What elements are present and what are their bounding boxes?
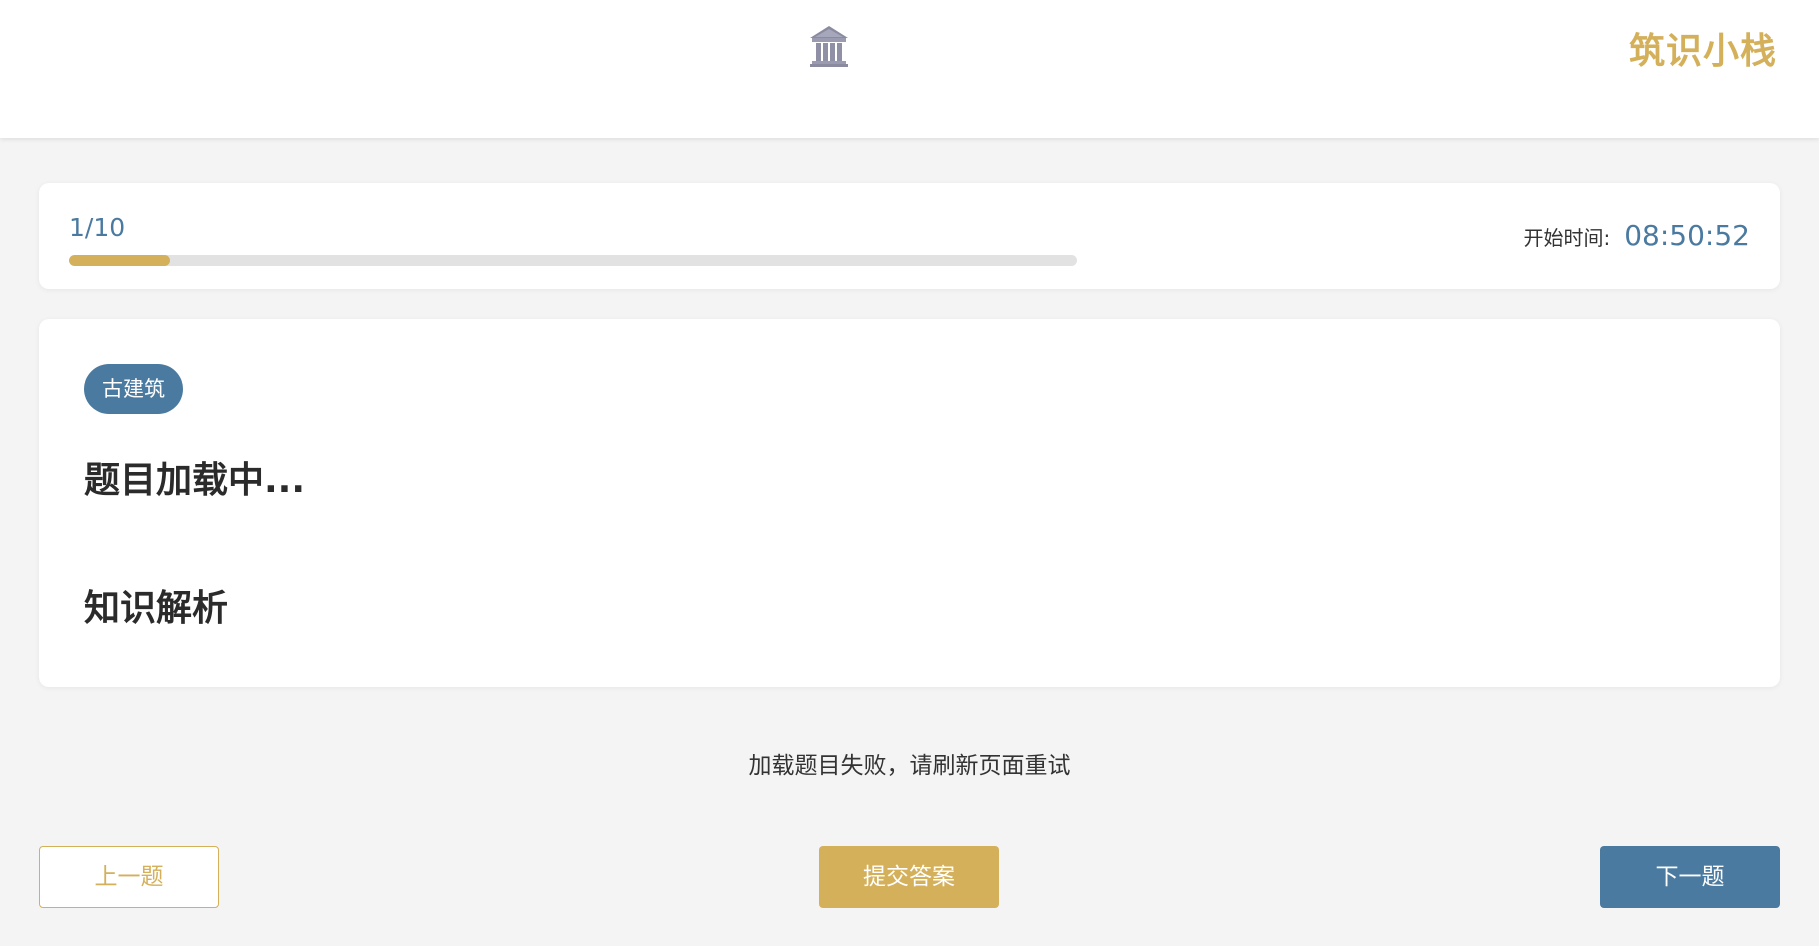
error-message: 加载题目失败，请刷新页面重试: [748, 753, 1071, 779]
progress-card: 1/10 开始时间: 08:50:52: [39, 183, 1780, 289]
progress-bar: [69, 255, 1077, 266]
question-card: 古建筑 题目加载中... 知识解析: [39, 319, 1780, 687]
prev-question-button[interactable]: 上一题: [39, 846, 219, 908]
category-tag: 古建筑: [84, 364, 183, 414]
brand-title: 筑识小栈: [1628, 31, 1777, 72]
submit-answer-button[interactable]: 提交答案: [819, 846, 999, 908]
timer-label: 开始时间:: [1523, 226, 1611, 250]
question-counter: 1/10: [69, 213, 126, 242]
top-header: 筑识小栈: [0, 0, 1819, 138]
progress-bar-fill: [69, 255, 170, 266]
classical-building-icon: [810, 26, 848, 67]
timer-value: 08:50:52: [1624, 219, 1750, 252]
timer: 开始时间: 08:50:52: [1523, 219, 1750, 252]
question-title: 题目加载中...: [84, 460, 306, 501]
next-question-button[interactable]: 下一题: [1600, 846, 1780, 908]
analysis-heading: 知识解析: [84, 588, 229, 629]
